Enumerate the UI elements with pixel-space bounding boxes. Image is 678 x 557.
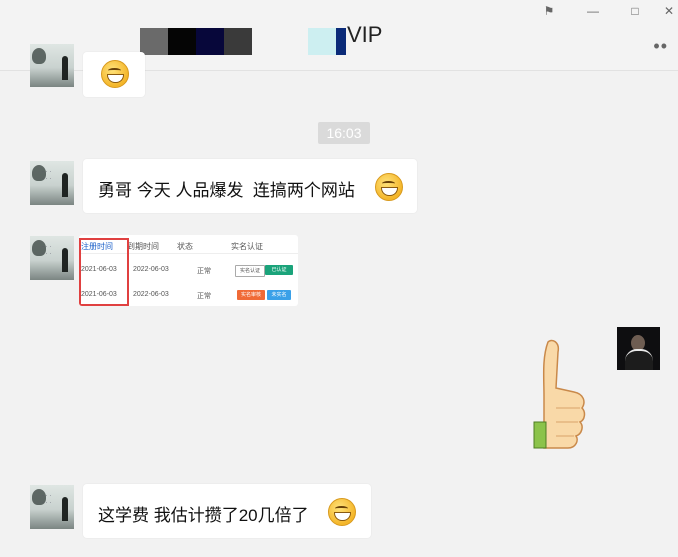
avatar[interactable]: · · · · · · — [30, 161, 74, 205]
screenshot-image-message[interactable]: 注册时间 到期时间 状态 实名认证 2021-06-03 2022-06-03 … — [79, 235, 298, 306]
highlight-box — [79, 238, 129, 306]
grin-emoji-icon — [375, 173, 403, 201]
chat-title: VIP — [347, 22, 383, 47]
table-cell: 正常 — [197, 268, 211, 275]
table-cell: 2022-06-03 — [133, 291, 169, 298]
obscured-name-block — [168, 28, 196, 55]
minimize-icon[interactable]: — — [580, 2, 606, 20]
grin-emoji-icon — [101, 60, 129, 88]
table-header: 实名认证 — [231, 242, 263, 251]
grin-emoji-icon — [328, 498, 356, 526]
obscured-name-block — [308, 28, 336, 55]
table-header: 状态 — [177, 242, 193, 251]
obscured-name-block — [140, 28, 168, 55]
avatar[interactable]: · · · · · · — [30, 485, 74, 529]
table-action-button: 未实名 — [267, 290, 291, 300]
maximize-icon[interactable]: □ — [622, 2, 648, 20]
text-message-bubble[interactable]: 勇哥 今天 人品爆发 连搞两个网站 — [83, 159, 417, 213]
more-dots-icon[interactable]: •• — [653, 36, 668, 57]
pin-icon[interactable]: ⚑ — [536, 2, 562, 20]
table-cell: 2022-06-03 — [133, 266, 169, 273]
avatar[interactable]: · · · · · · — [30, 236, 74, 280]
table-header: 到期时间 — [127, 242, 159, 251]
close-icon[interactable]: ✕ — [656, 2, 678, 20]
table-action-button: 实名认证 — [235, 265, 265, 277]
text-message-bubble[interactable]: 这学费 我估计攒了20几倍了 — [83, 484, 371, 538]
table-action-button: 已认证 — [265, 265, 293, 275]
obscured-name-block — [196, 28, 224, 55]
emoji-message-bubble[interactable] — [83, 52, 145, 97]
timestamp: 16:03 — [318, 122, 370, 144]
avatar[interactable] — [30, 44, 74, 87]
obscured-name-block — [336, 28, 346, 55]
message-text: 这学费 我估计攒了20几倍了 — [98, 506, 309, 525]
obscured-name-block — [224, 28, 252, 55]
table-action-button: 实名审核 — [237, 290, 265, 300]
table-cell: 正常 — [197, 293, 211, 300]
message-text: 勇哥 今天 人品爆发 连搞两个网站 — [98, 181, 355, 200]
thumbs-up-sticker[interactable] — [530, 338, 588, 450]
my-avatar[interactable] — [617, 327, 660, 370]
